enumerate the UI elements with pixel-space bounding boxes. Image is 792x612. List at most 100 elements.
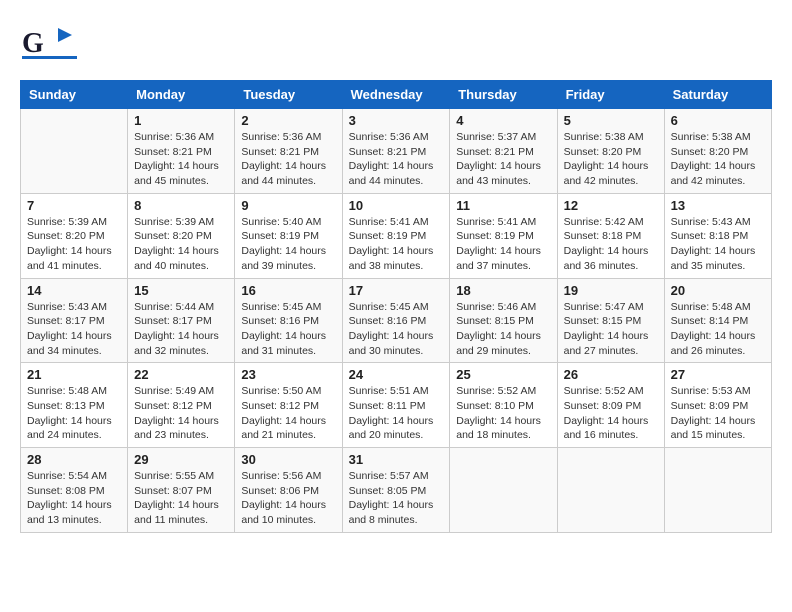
day-info: Sunrise: 5:49 AM Sunset: 8:12 PM Dayligh… (134, 384, 228, 443)
day-cell: 25 Sunrise: 5:52 AM Sunset: 8:10 PM Dayli… (450, 363, 557, 448)
day-number: 15 (134, 283, 228, 298)
day-number: 1 (134, 113, 228, 128)
day-number: 9 (241, 198, 335, 213)
day-info: Sunrise: 5:45 AM Sunset: 8:16 PM Dayligh… (349, 300, 444, 359)
day-cell: 28Sunrise: 5:54 AM Sunset: 8:08 PM Dayli… (21, 448, 128, 533)
day-info: Sunrise: 5:43 AM Sunset: 8:17 PM Dayligh… (27, 300, 121, 359)
day-number: 25 (456, 367, 550, 382)
day-cell: 9 Sunrise: 5:40 AM Sunset: 8:19 PM Daylig… (235, 193, 342, 278)
day-cell: 8Sunrise: 5:39 AM Sunset: 8:20 PM Daylig… (128, 193, 235, 278)
day-info: Sunrise: 5:38 AM Sunset: 8:20 PM Dayligh… (564, 130, 658, 189)
day-info: Sunrise: 5:45 AM Sunset: 8:16 PM Dayligh… (241, 300, 335, 359)
day-info: Sunrise: 5:56 AM Sunset: 8:06 PM Dayligh… (241, 469, 335, 528)
calendar-table: SundayMondayTuesdayWednesdayThursdayFrid… (20, 80, 772, 533)
day-number: 20 (671, 283, 765, 298)
header-sunday: Sunday (21, 81, 128, 109)
day-info: Sunrise: 5:52 AM Sunset: 8:10 PM Dayligh… (456, 384, 550, 443)
day-info: Sunrise: 5:46 AM Sunset: 8:15 PM Dayligh… (456, 300, 550, 359)
day-cell: 26 Sunrise: 5:52 AM Sunset: 8:09 PM Dayli… (557, 363, 664, 448)
day-cell: 2 Sunrise: 5:36 AM Sunset: 8:21 PM Daylig… (235, 109, 342, 194)
header-tuesday: Tuesday (235, 81, 342, 109)
day-number: 22 (134, 367, 228, 382)
day-info: Sunrise: 5:51 AM Sunset: 8:11 PM Dayligh… (349, 384, 444, 443)
day-info: Sunrise: 5:36 AM Sunset: 8:21 PM Dayligh… (349, 130, 444, 189)
day-number: 5 (564, 113, 658, 128)
day-info: Sunrise: 5:40 AM Sunset: 8:19 PM Dayligh… (241, 215, 335, 274)
day-number: 23 (241, 367, 335, 382)
day-info: Sunrise: 5:43 AM Sunset: 8:18 PM Dayligh… (671, 215, 765, 274)
day-cell: 3 Sunrise: 5:36 AM Sunset: 8:21 PM Daylig… (342, 109, 450, 194)
day-info: Sunrise: 5:48 AM Sunset: 8:13 PM Dayligh… (27, 384, 121, 443)
day-cell (664, 448, 771, 533)
day-info: Sunrise: 5:54 AM Sunset: 8:08 PM Dayligh… (27, 469, 121, 528)
day-cell (557, 448, 664, 533)
day-cell: 5 Sunrise: 5:38 AM Sunset: 8:20 PM Daylig… (557, 109, 664, 194)
day-info: Sunrise: 5:52 AM Sunset: 8:09 PM Dayligh… (564, 384, 658, 443)
day-cell: 18 Sunrise: 5:46 AM Sunset: 8:15 PM Dayli… (450, 278, 557, 363)
day-cell: 13 Sunrise: 5:43 AM Sunset: 8:18 PM Dayli… (664, 193, 771, 278)
day-number: 21 (27, 367, 121, 382)
day-cell: 7 Sunrise: 5:39 AM Sunset: 8:20 PM Daylig… (21, 193, 128, 278)
days-header-row: SundayMondayTuesdayWednesdayThursdayFrid… (21, 81, 772, 109)
day-cell: 11Sunrise: 5:41 AM Sunset: 8:19 PM Dayli… (450, 193, 557, 278)
day-cell: 29Sunrise: 5:55 AM Sunset: 8:07 PM Dayli… (128, 448, 235, 533)
day-info: Sunrise: 5:53 AM Sunset: 8:09 PM Dayligh… (671, 384, 765, 443)
day-info: Sunrise: 5:57 AM Sunset: 8:05 PM Dayligh… (349, 469, 444, 528)
day-cell: 31 Sunrise: 5:57 AM Sunset: 8:05 PM Dayli… (342, 448, 450, 533)
day-number: 30 (241, 452, 335, 467)
day-info: Sunrise: 5:50 AM Sunset: 8:12 PM Dayligh… (241, 384, 335, 443)
day-info: Sunrise: 5:36 AM Sunset: 8:21 PM Dayligh… (241, 130, 335, 189)
svg-text:G: G (22, 28, 44, 59)
day-cell: 21 Sunrise: 5:48 AM Sunset: 8:13 PM Dayli… (21, 363, 128, 448)
day-number: 24 (349, 367, 444, 382)
day-cell: 15 Sunrise: 5:44 AM Sunset: 8:17 PM Dayli… (128, 278, 235, 363)
day-number: 10 (349, 198, 444, 213)
day-info: Sunrise: 5:37 AM Sunset: 8:21 PM Dayligh… (456, 130, 550, 189)
day-cell: 10 Sunrise: 5:41 AM Sunset: 8:19 PM Dayli… (342, 193, 450, 278)
day-info: Sunrise: 5:47 AM Sunset: 8:15 PM Dayligh… (564, 300, 658, 359)
day-number: 17 (349, 283, 444, 298)
day-cell: 14 Sunrise: 5:43 AM Sunset: 8:17 PM Dayli… (21, 278, 128, 363)
week-row-5: 28Sunrise: 5:54 AM Sunset: 8:08 PM Dayli… (21, 448, 772, 533)
day-number: 3 (349, 113, 444, 128)
day-info: Sunrise: 5:36 AM Sunset: 8:21 PM Dayligh… (134, 130, 228, 189)
day-info: Sunrise: 5:39 AM Sunset: 8:20 PM Dayligh… (27, 215, 121, 274)
page-header: G (20, 20, 772, 70)
day-cell: 12Sunrise: 5:42 AM Sunset: 8:18 PM Dayli… (557, 193, 664, 278)
day-info: Sunrise: 5:41 AM Sunset: 8:19 PM Dayligh… (349, 215, 444, 274)
day-info: Sunrise: 5:44 AM Sunset: 8:17 PM Dayligh… (134, 300, 228, 359)
day-info: Sunrise: 5:39 AM Sunset: 8:20 PM Dayligh… (134, 215, 228, 274)
day-number: 2 (241, 113, 335, 128)
day-info: Sunrise: 5:48 AM Sunset: 8:14 PM Dayligh… (671, 300, 765, 359)
day-number: 6 (671, 113, 765, 128)
week-row-3: 14 Sunrise: 5:43 AM Sunset: 8:17 PM Dayli… (21, 278, 772, 363)
day-number: 7 (27, 198, 121, 213)
day-cell: 19Sunrise: 5:47 AM Sunset: 8:15 PM Dayli… (557, 278, 664, 363)
day-number: 29 (134, 452, 228, 467)
day-cell: 1 Sunrise: 5:36 AM Sunset: 8:21 PM Daylig… (128, 109, 235, 194)
day-number: 12 (564, 198, 658, 213)
day-number: 26 (564, 367, 658, 382)
day-cell: 27Sunrise: 5:53 AM Sunset: 8:09 PM Dayli… (664, 363, 771, 448)
day-cell (450, 448, 557, 533)
calendar-header: SundayMondayTuesdayWednesdayThursdayFrid… (21, 81, 772, 109)
day-cell: 23 Sunrise: 5:50 AM Sunset: 8:12 PM Dayli… (235, 363, 342, 448)
day-number: 13 (671, 198, 765, 213)
day-number: 18 (456, 283, 550, 298)
day-cell: 16 Sunrise: 5:45 AM Sunset: 8:16 PM Dayli… (235, 278, 342, 363)
header-thursday: Thursday (450, 81, 557, 109)
header-wednesday: Wednesday (342, 81, 450, 109)
day-number: 16 (241, 283, 335, 298)
header-monday: Monday (128, 81, 235, 109)
day-cell: 6Sunrise: 5:38 AM Sunset: 8:20 PM Daylig… (664, 109, 771, 194)
header-friday: Friday (557, 81, 664, 109)
day-number: 14 (27, 283, 121, 298)
day-number: 4 (456, 113, 550, 128)
day-cell: 30 Sunrise: 5:56 AM Sunset: 8:06 PM Dayli… (235, 448, 342, 533)
week-row-4: 21 Sunrise: 5:48 AM Sunset: 8:13 PM Dayli… (21, 363, 772, 448)
day-cell: 22 Sunrise: 5:49 AM Sunset: 8:12 PM Dayli… (128, 363, 235, 448)
day-cell: 4 Sunrise: 5:37 AM Sunset: 8:21 PM Daylig… (450, 109, 557, 194)
day-cell: 20 Sunrise: 5:48 AM Sunset: 8:14 PM Dayli… (664, 278, 771, 363)
day-number: 31 (349, 452, 444, 467)
day-info: Sunrise: 5:41 AM Sunset: 8:19 PM Dayligh… (456, 215, 550, 274)
